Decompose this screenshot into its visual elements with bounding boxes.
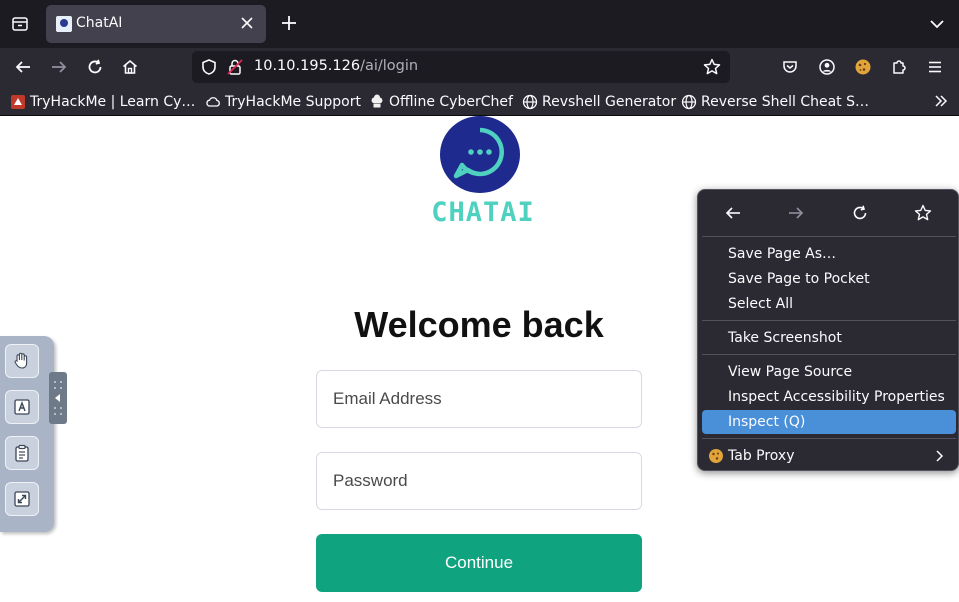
- close-tab-icon[interactable]: [238, 14, 256, 32]
- clipboard-tool-button[interactable]: [5, 436, 39, 470]
- menu-item-view-page-source[interactable]: View Page Source: [702, 360, 956, 384]
- context-forward-button[interactable]: [785, 202, 807, 224]
- extension-cookie-button[interactable]: [850, 54, 876, 80]
- account-icon: [819, 59, 835, 75]
- url-bar[interactable]: 10.10.195.126/ai/login: [192, 51, 730, 83]
- menu-item-take-screenshot[interactable]: Take Screenshot: [702, 326, 956, 350]
- bookmark-tryhackme-support[interactable]: TryHackMe Support: [205, 92, 361, 112]
- tab-strip: ChatAI: [0, 0, 959, 48]
- context-menu-nav-row: [698, 190, 958, 234]
- globe-icon: [522, 94, 538, 110]
- chat-bubble-logo-icon: [440, 116, 520, 193]
- collapse-left-arrow-icon: [54, 381, 62, 415]
- tab-proxy-extension-icon: [709, 449, 723, 463]
- insecure-lock-icon[interactable]: [226, 58, 244, 76]
- tab-list-icon: [12, 17, 28, 31]
- cookie-extension-icon: [855, 59, 871, 75]
- back-button[interactable]: [10, 54, 36, 80]
- panel-collapse-handle[interactable]: [49, 372, 67, 424]
- context-reload-button[interactable]: [849, 202, 871, 224]
- pocket-icon: [783, 61, 797, 73]
- hamburger-menu-icon: [929, 61, 941, 73]
- side-tool-panel: [0, 336, 67, 532]
- bookmark-label: Offline CyberChef: [389, 94, 513, 110]
- brand-logo-text: CHATAI: [431, 197, 535, 228]
- menu-item-label: Tab Proxy: [728, 448, 795, 464]
- pocket-button[interactable]: [777, 54, 803, 80]
- bookmarks-overflow-chevron-icon[interactable]: [933, 93, 949, 109]
- bookmarks-toolbar: TryHackMe | Learn Cy… TryHackMe Support …: [0, 86, 959, 116]
- context-back-button[interactable]: [722, 202, 744, 224]
- tracking-protection-shield-icon[interactable]: [200, 58, 218, 76]
- context-menu: Save Page As… Save Page to Pocket Select…: [697, 189, 959, 471]
- url-path: /ai/login: [360, 58, 419, 74]
- submenu-chevron-right-icon: [936, 450, 944, 462]
- bookmark-label: TryHackMe Support: [225, 94, 361, 110]
- bookmark-label: Revshell Generator: [542, 94, 677, 110]
- forward-arrow-icon: [52, 61, 67, 73]
- tryhackme-icon: [10, 94, 26, 110]
- url-host: 10.10.195.126: [254, 58, 361, 74]
- bookmark-tryhackme[interactable]: TryHackMe | Learn Cy…: [10, 92, 195, 112]
- context-bookmark-button[interactable]: [912, 202, 934, 224]
- bookmark-label: Reverse Shell Cheat S…: [701, 94, 869, 110]
- menu-separator: [702, 236, 956, 237]
- menu-item-tab-proxy[interactable]: Tab Proxy: [702, 444, 956, 468]
- hand-tool-button[interactable]: [5, 344, 39, 378]
- email-field[interactable]: [316, 370, 642, 428]
- back-arrow-icon: [15, 61, 30, 73]
- text-box-icon: [14, 399, 30, 415]
- password-field[interactable]: [316, 452, 642, 510]
- reload-icon: [853, 205, 867, 220]
- tab-title: ChatAI: [76, 15, 123, 31]
- home-button[interactable]: [117, 54, 143, 80]
- menu-separator: [702, 354, 956, 355]
- globe-icon: [681, 94, 697, 110]
- page-title: Welcome back: [354, 304, 604, 345]
- app-menu-button[interactable]: [922, 54, 948, 80]
- menu-separator: [702, 320, 956, 321]
- url-text: 10.10.195.126/ai/login: [254, 58, 418, 74]
- menu-item-save-to-pocket[interactable]: Save Page to Pocket: [702, 267, 956, 291]
- bookmark-label: TryHackMe | Learn Cy…: [30, 94, 196, 110]
- account-button[interactable]: [814, 54, 840, 80]
- new-tab-icon[interactable]: [278, 12, 300, 34]
- bookmark-reverse-shell-cheat-sheet[interactable]: Reverse Shell Cheat S…: [681, 92, 869, 112]
- resize-arrows-icon: [14, 491, 30, 507]
- menu-item-inspect[interactable]: Inspect (Q): [702, 410, 956, 434]
- bookmark-star-icon: [914, 204, 932, 221]
- extensions-button[interactable]: [886, 54, 912, 80]
- menu-item-save-page-as[interactable]: Save Page As…: [702, 242, 956, 266]
- forward-arrow-icon: [789, 207, 804, 219]
- menu-item-inspect-accessibility[interactable]: Inspect Accessibility Properties: [702, 385, 956, 409]
- bookmark-offline-cyberchef[interactable]: Offline CyberChef: [369, 92, 513, 112]
- continue-button[interactable]: Continue: [316, 534, 642, 592]
- navigation-toolbar: 10.10.195.126/ai/login: [0, 48, 959, 86]
- home-icon: [122, 59, 138, 74]
- active-tab[interactable]: ChatAI: [46, 5, 266, 43]
- back-arrow-icon: [725, 207, 740, 219]
- resize-tool-button[interactable]: [5, 482, 39, 516]
- list-all-tabs-chevron-icon[interactable]: [927, 14, 947, 34]
- menu-separator: [702, 438, 956, 439]
- cloud-icon: [205, 94, 221, 110]
- tab-list-button[interactable]: [6, 10, 34, 38]
- chef-hat-icon: [369, 94, 385, 110]
- reload-icon: [88, 59, 102, 74]
- bookmark-star-icon[interactable]: [702, 57, 722, 77]
- menu-item-select-all[interactable]: Select All: [702, 292, 956, 316]
- clipboard-icon: [15, 444, 29, 462]
- puzzle-piece-icon: [893, 60, 906, 74]
- reload-button[interactable]: [82, 54, 108, 80]
- text-tool-button[interactable]: [5, 390, 39, 424]
- forward-button[interactable]: [46, 54, 72, 80]
- chatai-favicon-icon: [56, 16, 72, 32]
- bookmark-revshell-generator[interactable]: Revshell Generator: [522, 92, 676, 112]
- hand-icon: [14, 352, 28, 369]
